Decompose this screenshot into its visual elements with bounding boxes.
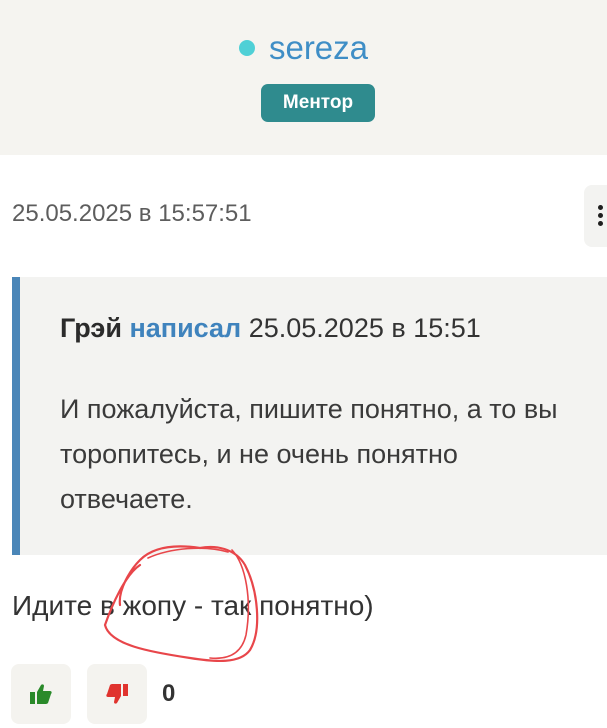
quote-wrote-link[interactable]: написал (129, 313, 241, 343)
quote-author[interactable]: Грэй (60, 313, 122, 343)
quote-header: Грэй написал 25.05.2025 в 15:51 (60, 313, 481, 344)
vote-count: 0 (162, 680, 176, 707)
online-status-icon (238, 40, 255, 56)
thumbs-up-icon (30, 684, 52, 704)
role-badge: Ментор (261, 84, 375, 122)
more-vertical-icon (598, 205, 604, 229)
like-button[interactable] (11, 664, 71, 724)
quote-block: Грэй написал 25.05.2025 в 15:51 И пожалу… (12, 277, 607, 555)
author-header: sereza Ментор (0, 0, 607, 155)
post-menu-button[interactable] (584, 185, 607, 247)
author-name-link[interactable]: sereza (269, 28, 368, 68)
quote-text: И пожалуйста, пишите понятно, а то вы то… (60, 394, 558, 514)
dislike-button[interactable] (87, 664, 147, 724)
quote-date: 25.05.2025 в 15:51 (248, 313, 481, 343)
forum-post: sereza Ментор 25.05.2025 в 15:57:51 Грэй… (0, 0, 607, 728)
post-date: 25.05.2025 в 15:57:51 (12, 200, 252, 227)
reply-text: Идите в жопу - так понятно) (12, 590, 374, 621)
author-line: sereza (0, 28, 607, 68)
thumbs-down-icon (106, 684, 128, 704)
